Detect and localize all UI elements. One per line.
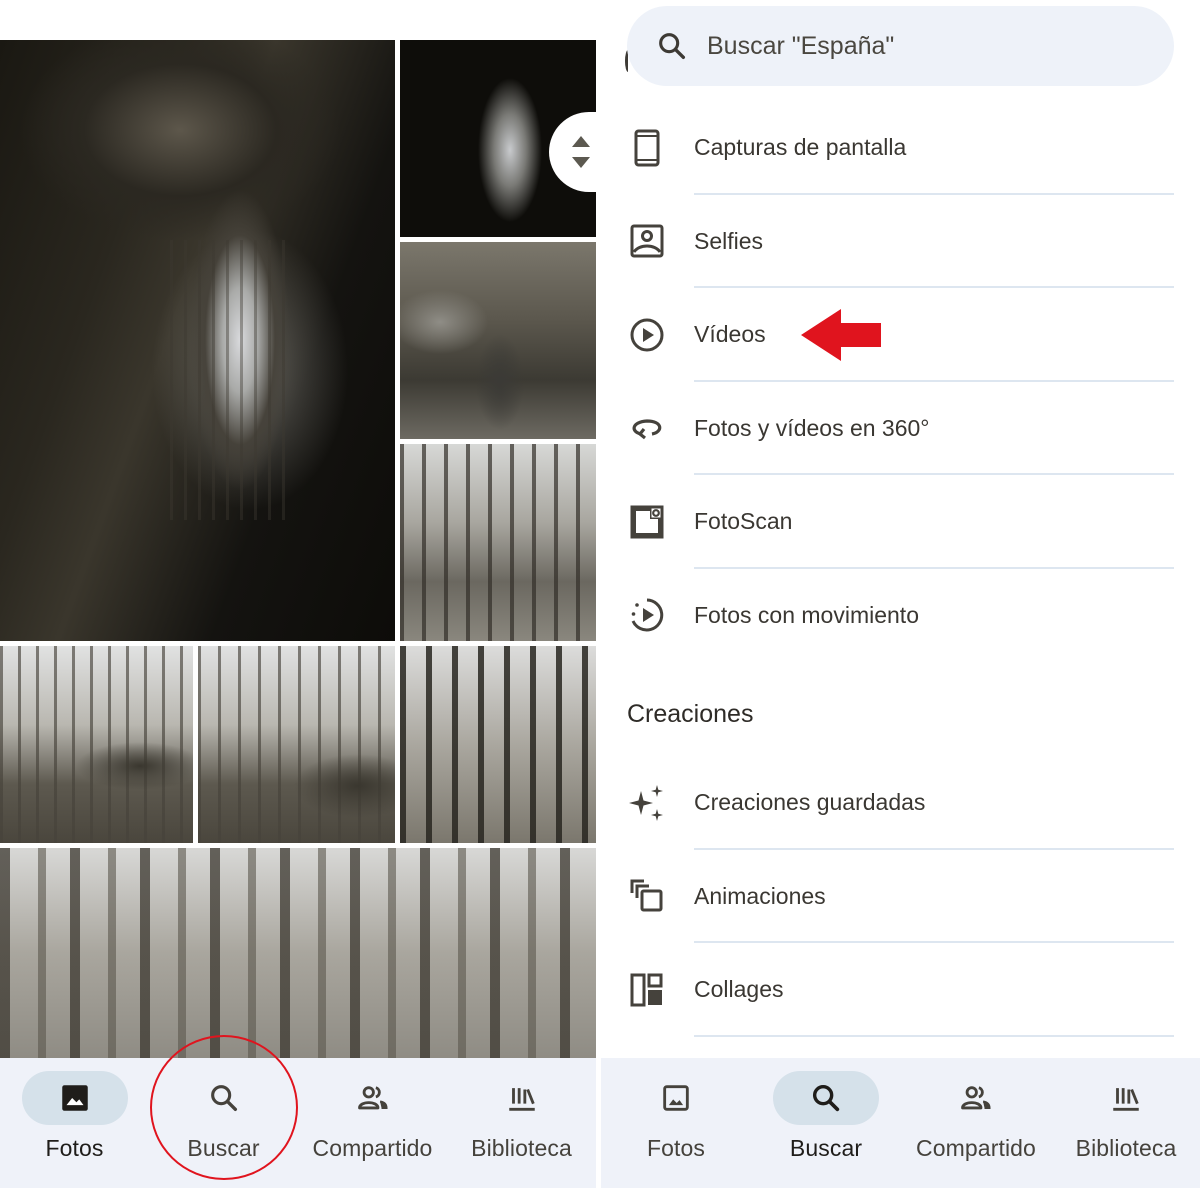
photo-forest-wide[interactable]	[0, 848, 596, 1058]
nav-buscar-pill	[773, 1071, 879, 1125]
category-selfies[interactable]: Selfies	[601, 195, 1200, 288]
nav-fotos-pill	[21, 1071, 128, 1125]
portrait-icon	[627, 221, 667, 261]
photo-detail	[170, 240, 290, 520]
photo-forest-rocks-1[interactable]	[0, 646, 193, 843]
people-icon	[357, 1086, 388, 1110]
nav-compartido[interactable]: Compartido	[901, 1058, 1051, 1188]
category-list: Capturas de pantalla Selfies Vídeos Foto…	[601, 101, 1200, 662]
nav-fotos-label: Fotos	[646, 1135, 706, 1161]
nav-compartido[interactable]: Compartido	[298, 1058, 447, 1188]
bottom-nav: Fotos Buscar Compartido Biblioteca	[0, 1058, 596, 1188]
nav-fotos[interactable]: Fotos	[601, 1058, 751, 1188]
bottom-nav: Fotos Buscar Compartido Biblioteca	[601, 1058, 1200, 1188]
photo-icon	[61, 1085, 88, 1111]
nav-buscar-pill	[171, 1071, 277, 1125]
left-screen-photos: Fotos Buscar Compartido Biblioteca	[0, 0, 596, 1188]
nav-biblioteca-label: Biblioteca	[1075, 1135, 1177, 1161]
animation-icon	[627, 876, 667, 916]
nav-compartido-pill	[320, 1071, 426, 1125]
search-icon	[659, 33, 686, 60]
category-label: Selfies	[694, 227, 764, 254]
creations-list: Creaciones guardadas Animaciones Collage…	[601, 756, 1200, 1037]
creation-animations[interactable]: Animaciones	[601, 850, 1200, 943]
smartphone-icon	[627, 128, 667, 168]
right-screen-search: Buscar "España" Capturas de pantalla Sel…	[601, 0, 1200, 1188]
category-label: Fotos con movimiento	[694, 601, 919, 628]
library-icon	[1113, 1088, 1139, 1111]
search-icon	[812, 1084, 840, 1112]
category-label: FotoScan	[694, 508, 793, 535]
creation-saved[interactable]: Creaciones guardadas	[601, 756, 1200, 850]
nav-compartido-pill	[923, 1071, 1029, 1125]
nav-biblioteca[interactable]: Biblioteca	[1051, 1058, 1200, 1188]
category-label: Capturas de pantalla	[694, 134, 907, 161]
photo-person-in-tree[interactable]	[400, 242, 596, 439]
photo-forest-trunks[interactable]	[400, 646, 596, 843]
motion-photo-icon	[627, 595, 667, 635]
creation-label: Creaciones guardadas	[694, 789, 926, 816]
nav-buscar-label: Buscar	[789, 1135, 863, 1161]
nav-fotos-pill	[623, 1071, 729, 1125]
nav-fotos-label: Fotos	[45, 1135, 104, 1161]
category-label: Vídeos	[694, 321, 766, 348]
search-bar[interactable]: Buscar "España"	[627, 6, 1174, 86]
category-motion-photos[interactable]: Fotos con movimiento	[601, 569, 1200, 663]
category-360[interactable]: Fotos y vídeos en 360°	[601, 382, 1200, 475]
photo-tree-hollow-large[interactable]	[0, 40, 395, 641]
nav-compartido-label: Compartido	[916, 1135, 1036, 1161]
search-placeholder: Buscar "España"	[707, 31, 895, 60]
category-fotoscan[interactable]: FotoScan	[601, 475, 1200, 569]
search-icon	[210, 1085, 237, 1112]
creation-label: Animaciones	[694, 882, 826, 909]
nav-biblioteca[interactable]: Biblioteca	[447, 1058, 596, 1188]
annotation-arrow-icon	[801, 308, 881, 361]
photo-icon	[663, 1085, 689, 1111]
photoscan-icon	[627, 502, 667, 542]
category-videos[interactable]: Vídeos	[601, 288, 1200, 382]
nav-fotos[interactable]: Fotos	[0, 1058, 149, 1188]
library-icon	[508, 1088, 535, 1111]
category-label: Fotos y vídeos en 360°	[694, 414, 930, 441]
nav-biblioteca-pill	[469, 1071, 575, 1125]
creation-collages[interactable]: Collages	[601, 943, 1200, 1037]
nav-biblioteca-label: Biblioteca	[471, 1135, 572, 1161]
sparkle-icon	[627, 783, 667, 823]
nav-compartido-label: Compartido	[312, 1135, 433, 1161]
rotate-360-icon	[627, 408, 667, 448]
divider	[694, 1034, 1174, 1037]
category-screenshots[interactable]: Capturas de pantalla	[601, 101, 1200, 195]
nav-buscar-label: Buscar	[187, 1135, 260, 1161]
scroll-arrows-icon	[572, 136, 590, 168]
photo-forest-rocks-2[interactable]	[198, 646, 395, 843]
collage-icon	[627, 970, 667, 1010]
creation-label: Collages	[694, 976, 784, 1003]
nav-buscar[interactable]: Buscar	[149, 1058, 298, 1188]
nav-buscar[interactable]: Buscar	[751, 1058, 901, 1188]
photo-forest-person[interactable]	[400, 444, 596, 641]
play-circle-icon	[627, 315, 667, 355]
people-icon	[961, 1086, 991, 1110]
nav-biblioteca-pill	[1073, 1071, 1179, 1125]
creations-section-title: Creaciones	[627, 700, 754, 728]
